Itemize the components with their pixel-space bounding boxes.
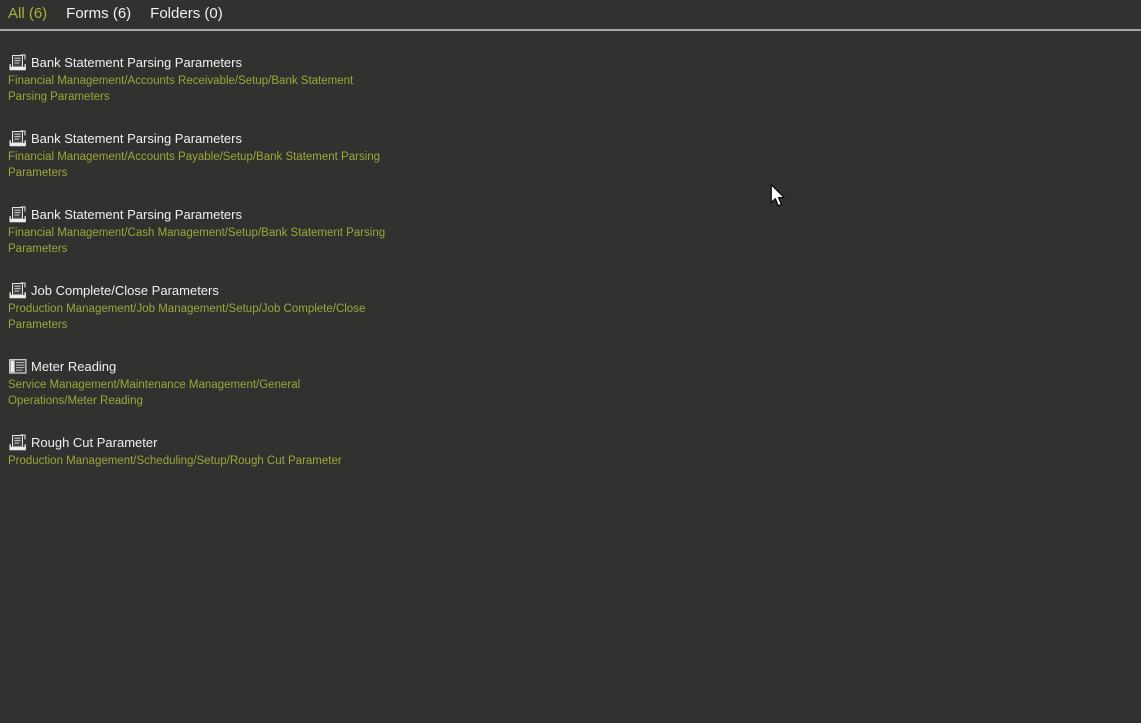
result-path: Production Management/Job Management/Set… [8,303,366,331]
result-title-row[interactable]: Bank Statement Parsing Parameters [8,54,1141,71]
result-title-row[interactable]: Meter Reading [8,358,1141,375]
tab-label: Folders (0) [150,5,223,22]
search-result-item: Bank Statement Parsing Parameters Financ… [8,130,1141,181]
search-result-item: Bank Statement Parsing Parameters Financ… [8,206,1141,257]
grid-icon [8,358,27,375]
tab-label: Forms (6) [66,5,132,22]
tab-folders[interactable]: Folders (0) [150,0,223,29]
tab-all[interactable]: All (6) [8,0,47,29]
form-icon [8,434,27,451]
result-title-row[interactable]: Job Complete/Close Parameters [8,282,1141,299]
tab-forms[interactable]: Forms (6) [66,0,131,29]
result-title: Bank Statement Parsing Parameters [31,207,242,222]
form-icon [8,206,27,223]
tab-label: All (6) [8,5,48,22]
search-results-tabbar: All (6) Forms (6) Folders (0) [0,0,1141,29]
search-result-item: Rough Cut Parameter Production Managemen… [8,434,1141,470]
search-result-item: Job Complete/Close Parameters Production… [8,282,1141,333]
result-title: Job Complete/Close Parameters [31,283,219,298]
result-title: Bank Statement Parsing Parameters [31,55,242,70]
search-results-list: Bank Statement Parsing Parameters Financ… [0,31,1141,470]
result-title-row[interactable]: Bank Statement Parsing Parameters [8,206,1141,223]
form-icon [8,282,27,299]
result-path: Financial Management/Accounts Payable/Se… [8,151,381,179]
form-icon [8,130,27,147]
result-path: Production Management/Scheduling/Setup/R… [8,455,342,467]
result-path: Financial Management/Cash Management/Set… [8,227,386,255]
search-result-item: Meter Reading Service Management/Mainten… [8,358,1141,409]
search-result-item: Bank Statement Parsing Parameters Financ… [8,54,1141,105]
form-icon [8,54,27,71]
result-title: Rough Cut Parameter [31,435,158,450]
result-path: Service Management/Maintenance Managemen… [8,379,301,407]
result-path: Financial Management/Accounts Receivable… [8,75,354,103]
result-title: Bank Statement Parsing Parameters [31,131,242,146]
result-title-row[interactable]: Rough Cut Parameter [8,434,1141,451]
result-title-row[interactable]: Bank Statement Parsing Parameters [8,130,1141,147]
result-title: Meter Reading [31,359,117,374]
